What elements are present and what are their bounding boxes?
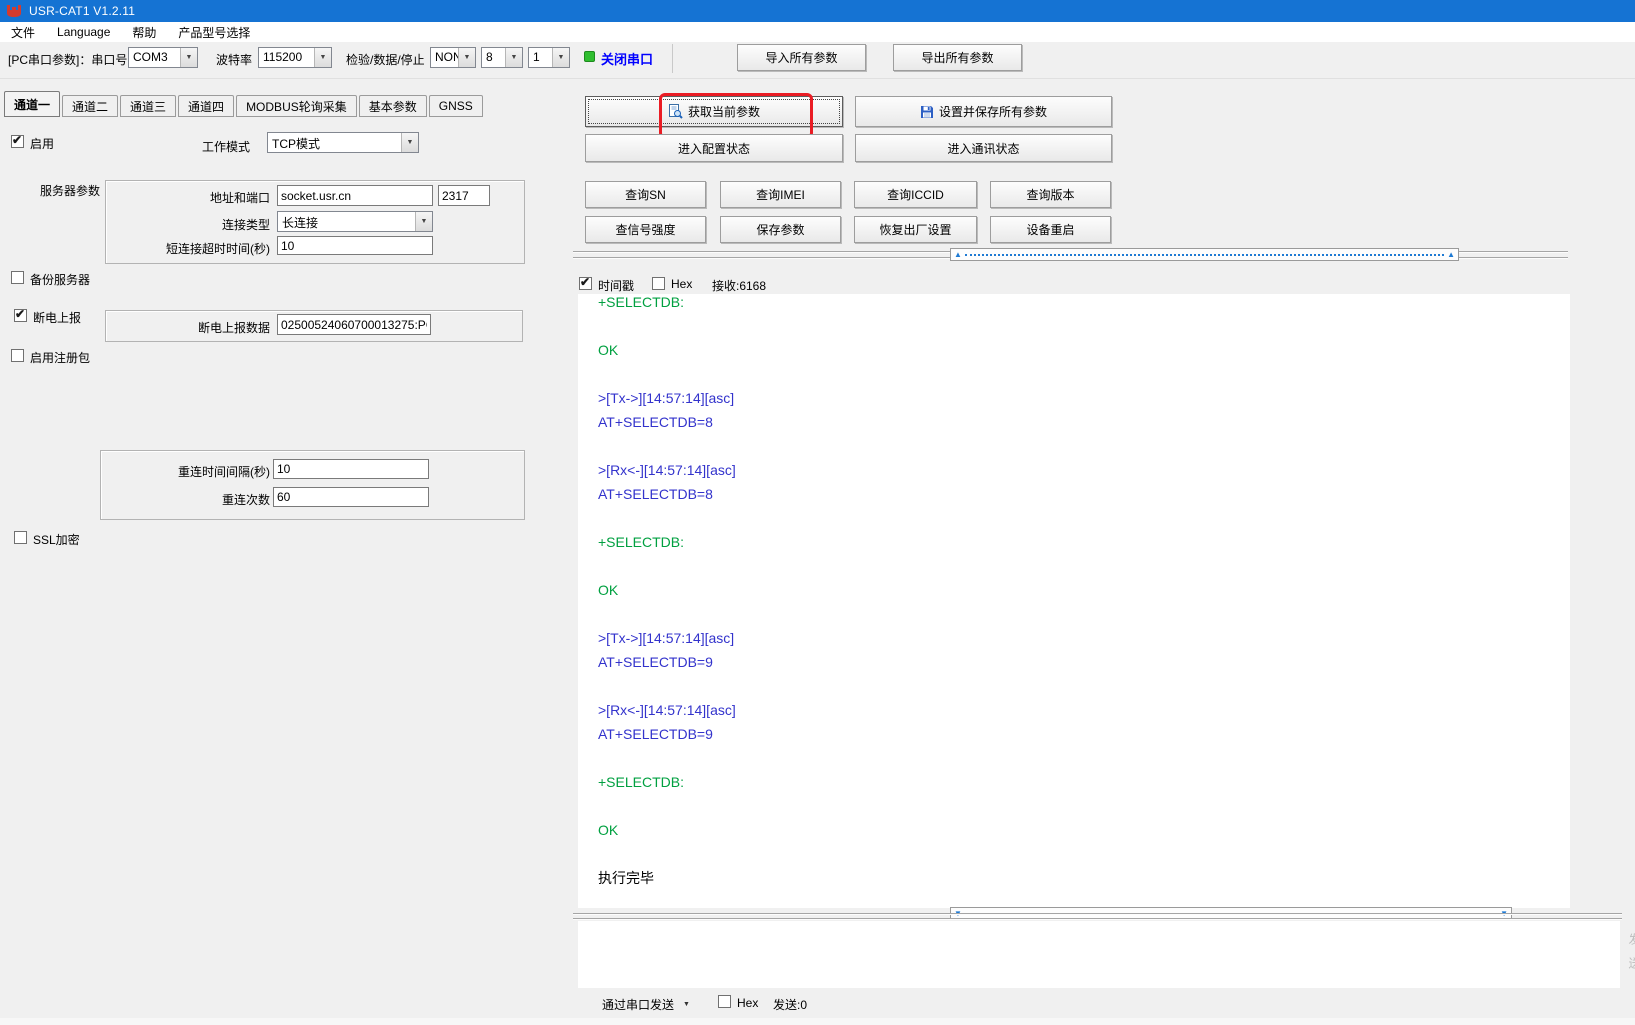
conn-type-label: 连接类型: [150, 216, 270, 233]
tab-channel-2[interactable]: 通道二: [62, 95, 118, 117]
chevron-down-icon[interactable]: ▼: [458, 48, 475, 67]
send-hex-label: Hex: [737, 996, 758, 1010]
port-status-icon: [584, 51, 595, 62]
databits-select[interactable]: 8 ▼: [481, 47, 523, 68]
log-horizontal-scrollbar[interactable]: ▲ ▲: [950, 248, 1459, 261]
divider-line: [573, 913, 1622, 915]
app-window: USR-CAT1 V1.2.11 文件 Language 帮助 产品型号选择 […: [0, 0, 1635, 1025]
work-mode-select[interactable]: TCP模式 ▼: [267, 132, 419, 153]
chevron-down-icon[interactable]: ▼: [415, 212, 432, 231]
recv-hex-checkbox[interactable]: [652, 277, 665, 290]
scroll-right-arrow-icon[interactable]: ▲: [1444, 251, 1458, 259]
tab-modbus-polling[interactable]: MODBUS轮询采集: [236, 95, 357, 117]
reconnect-count-label: 重连次数: [150, 491, 270, 508]
menu-file[interactable]: 文件: [0, 24, 46, 41]
export-params-button[interactable]: 导出所有参数: [893, 44, 1022, 71]
power-data-label: 断电上报数据: [150, 319, 270, 336]
send-hex-checkbox[interactable]: [718, 995, 731, 1008]
recv-counter: 接收:6168: [712, 277, 766, 294]
menu-help[interactable]: 帮助: [121, 24, 167, 41]
chevron-down-icon[interactable]: ▼: [552, 48, 569, 67]
query-imei-button[interactable]: 查询IMEI: [720, 181, 841, 208]
serial-port-label: [PC串口参数]：串口号: [8, 51, 127, 68]
send-button-clipped[interactable]: 发送: [1626, 933, 1635, 995]
chevron-down-icon[interactable]: ▼: [401, 133, 418, 152]
close-port-button[interactable]: 关闭串口: [601, 49, 653, 68]
enter-config-state-button[interactable]: 进入配置状态: [585, 134, 843, 162]
query-signal-button[interactable]: 查信号强度: [585, 216, 706, 243]
enter-comm-state-button[interactable]: 进入通讯状态: [855, 134, 1112, 162]
timestamp-checkbox[interactable]: [579, 277, 592, 290]
timestamp-label: 时间戳: [598, 277, 634, 294]
ssl-checkbox[interactable]: [14, 531, 27, 544]
reconnect-count-input[interactable]: [273, 487, 429, 507]
sent-counter: 发送:0: [773, 996, 807, 1013]
power-data-input[interactable]: [277, 314, 431, 335]
server-port-input[interactable]: [438, 185, 490, 206]
reconnect-interval-label: 重连时间间隔(秒): [130, 463, 270, 480]
server-address-input[interactable]: [277, 185, 433, 206]
query-version-button[interactable]: 查询版本: [990, 181, 1111, 208]
work-mode-label: 工作模式: [155, 138, 250, 155]
chevron-down-icon[interactable]: ▼: [505, 48, 522, 67]
menu-language[interactable]: Language: [46, 25, 121, 39]
save-floppy-icon: [920, 105, 934, 119]
backup-server-label: 备份服务器: [30, 271, 90, 288]
menu-product-model[interactable]: 产品型号选择: [167, 24, 261, 41]
regpack-label: 启用注册包: [30, 349, 90, 366]
app-logo-icon: [6, 4, 22, 18]
divider-line: [573, 918, 1622, 920]
enable-label: 启用: [30, 135, 54, 152]
tab-gnss[interactable]: GNSS: [429, 95, 483, 117]
server-group-label: 服务器参数: [14, 182, 100, 199]
menu-bar: 文件 Language 帮助 产品型号选择: [0, 22, 1635, 42]
regpack-checkbox[interactable]: [11, 349, 24, 362]
conn-type-select[interactable]: 长连接 ▼: [277, 211, 433, 232]
query-sn-button[interactable]: 查询SN: [585, 181, 706, 208]
factory-reset-button[interactable]: 恢复出厂设置: [854, 216, 977, 243]
window-title: USR-CAT1 V1.2.11: [29, 4, 135, 18]
address-port-label: 地址和端口: [150, 189, 270, 206]
chevron-down-icon[interactable]: ▼: [314, 48, 331, 67]
tab-channel-4[interactable]: 通道四: [178, 95, 234, 117]
chevron-down-icon: ▼: [683, 1001, 690, 1008]
backup-server-checkbox[interactable]: [11, 271, 24, 284]
short-timeout-label: 短连接超时时间(秒): [130, 240, 270, 257]
channel-tabs: 通道一 通道二 通道三 通道四 MODBUS轮询采集 基本参数 GNSS: [4, 91, 485, 117]
tab-channel-3[interactable]: 通道三: [120, 95, 176, 117]
chevron-down-icon[interactable]: ▼: [180, 48, 197, 67]
power-report-checkbox[interactable]: [14, 309, 27, 322]
enable-checkbox[interactable]: [11, 135, 24, 148]
query-iccid-button[interactable]: 查询ICCID: [854, 181, 977, 208]
short-timeout-input[interactable]: [277, 236, 433, 255]
baud-label: 波特率: [216, 51, 252, 68]
tab-basic-params[interactable]: 基本参数: [359, 95, 427, 117]
frame-label: 检验/数据/停止: [346, 51, 425, 68]
annotation-highlight-box: [659, 93, 813, 139]
ssl-label: SSL加密: [33, 531, 80, 548]
set-save-all-params-button[interactable]: 设置并保存所有参数: [855, 96, 1112, 127]
send-via-serial-dropdown[interactable]: 通过串口发送 ▼: [602, 996, 690, 1013]
device-reboot-button[interactable]: 设备重启: [990, 216, 1111, 243]
log-output[interactable]: +SELECTDB: OK >[Tx->][14:57:14][asc]AT+S…: [578, 294, 1570, 908]
serial-port-select[interactable]: COM3 ▼: [128, 47, 198, 68]
power-report-label: 断电上报: [33, 309, 81, 326]
baud-select[interactable]: 115200 ▼: [258, 47, 332, 68]
parity-select[interactable]: NONI ▼: [430, 47, 476, 68]
title-bar[interactable]: USR-CAT1 V1.2.11: [0, 0, 1635, 22]
reconnect-interval-input[interactable]: [273, 459, 429, 479]
tab-channel-1[interactable]: 通道一: [4, 91, 60, 117]
send-text-area[interactable]: [578, 921, 1620, 988]
scroll-left-arrow-icon[interactable]: ▲: [951, 251, 965, 259]
send-bar: [0, 988, 1635, 1018]
recv-hex-label: Hex: [671, 277, 692, 291]
stopbits-select[interactable]: 1 ▼: [528, 47, 570, 68]
window-bottom-strip: [0, 1018, 1635, 1025]
import-params-button[interactable]: 导入所有参数: [737, 44, 866, 71]
toolbar-divider: [672, 44, 673, 73]
save-params-button[interactable]: 保存参数: [720, 216, 841, 243]
